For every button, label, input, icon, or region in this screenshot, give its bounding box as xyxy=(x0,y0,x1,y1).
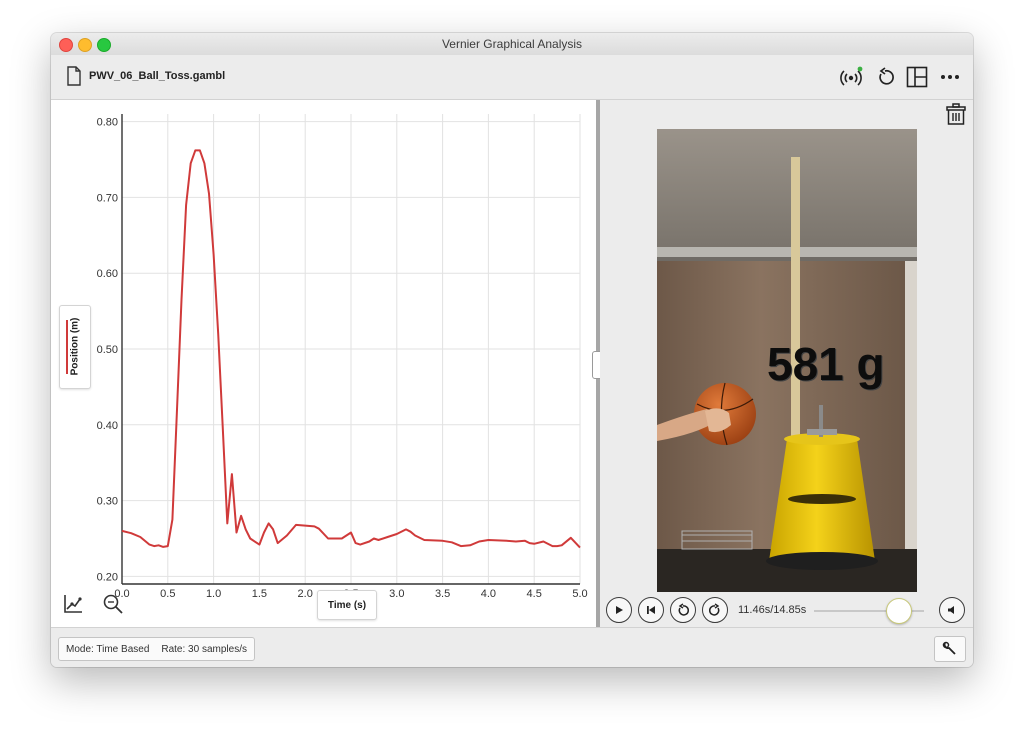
graph-options-icon xyxy=(64,595,82,613)
sensor-status-dot xyxy=(857,66,863,72)
delete-video-button[interactable] xyxy=(944,103,968,127)
x-tick-label: 5.0 xyxy=(572,588,587,600)
y-tick-label: 0.50 xyxy=(97,344,118,356)
zoom-button[interactable] xyxy=(99,590,127,618)
x-tick-label: 3.0 xyxy=(389,588,404,600)
volume-button[interactable] xyxy=(939,597,965,623)
graph-pane[interactable]: 0.00.51.01.52.02.53.03.54.04.55.00.200.3… xyxy=(51,100,596,627)
y-tick-label: 0.30 xyxy=(97,496,118,508)
position-time-graph[interactable]: 0.00.51.01.52.02.53.03.54.04.55.00.200.3… xyxy=(51,100,596,627)
sensor-connect-button[interactable] xyxy=(839,65,863,89)
x-tick-label: 2.0 xyxy=(298,588,313,600)
y-tick-label: 0.40 xyxy=(97,420,118,432)
wrench-icon xyxy=(942,641,956,655)
video-pane: 581 g 11.46s/14.85s xyxy=(600,100,973,627)
sensor-connect-icon xyxy=(840,66,863,86)
video-frame[interactable]: 581 g xyxy=(657,129,917,592)
x-tick-label: 4.0 xyxy=(481,588,496,600)
speaker-icon xyxy=(948,606,954,614)
y-tick-label: 0.80 xyxy=(97,117,118,129)
graph-options-button[interactable] xyxy=(59,590,87,618)
y-tick-label: 0.70 xyxy=(97,192,118,204)
x-tick-label: 3.5 xyxy=(435,588,450,600)
x-tick-label: 4.5 xyxy=(527,588,542,600)
video-overlay-text: 581 g xyxy=(767,338,885,390)
file-icon xyxy=(67,66,81,86)
play-icon xyxy=(616,606,623,614)
x-tick-label: 1.0 xyxy=(206,588,221,600)
video-scrubber-knob[interactable] xyxy=(885,598,912,624)
series-color-swatch xyxy=(66,320,68,374)
undo-icon xyxy=(879,67,894,85)
play-button[interactable] xyxy=(606,597,632,623)
forward-button[interactable] xyxy=(702,597,728,623)
x-tick-label: 1.5 xyxy=(252,588,267,600)
collection-mode: Mode: Time Based xyxy=(66,643,150,655)
video-time-readout: 11.46s/14.85s xyxy=(738,604,807,616)
skip-back-icon xyxy=(647,606,655,614)
y-tick-label: 0.20 xyxy=(97,571,118,583)
zoom-icon xyxy=(103,594,123,614)
y-tick-label: 0.60 xyxy=(97,268,118,280)
layout-icon xyxy=(906,66,928,88)
toolbar: PWV_06_Ball_Toss.gambl xyxy=(51,55,973,100)
tools-button[interactable] xyxy=(934,636,966,662)
app-window: Vernier Graphical Analysis PWV_06_Ball_T… xyxy=(51,33,973,667)
status-bar: Mode: Time Based Rate: 30 samples/s xyxy=(51,627,973,667)
more-icon xyxy=(941,75,959,79)
file-name[interactable]: PWV_06_Ball_Toss.gambl xyxy=(89,70,225,82)
title-bar: Vernier Graphical Analysis xyxy=(51,33,973,56)
sample-rate: Rate: 30 samples/s xyxy=(161,643,247,655)
more-button[interactable] xyxy=(938,65,962,89)
x-axis-label: Time (s) xyxy=(327,599,367,611)
window-title: Vernier Graphical Analysis xyxy=(441,37,583,51)
step-forward-icon xyxy=(709,603,720,616)
x-tick-label: 0.5 xyxy=(160,588,175,600)
rewind-button[interactable] xyxy=(670,597,696,623)
x-axis-label-button[interactable]: Time (s) xyxy=(317,590,377,620)
undo-button[interactable] xyxy=(873,65,897,89)
y-axis-label: Position (m) xyxy=(69,317,81,376)
y-axis-label-button[interactable]: Position (m) xyxy=(59,305,91,389)
skip-to-start-button[interactable] xyxy=(638,597,664,623)
layout-button[interactable] xyxy=(905,65,929,89)
data-collection-settings-button[interactable]: Mode: Time Based Rate: 30 samples/s xyxy=(58,637,255,661)
step-back-icon xyxy=(678,603,689,616)
trash-icon xyxy=(946,103,966,125)
